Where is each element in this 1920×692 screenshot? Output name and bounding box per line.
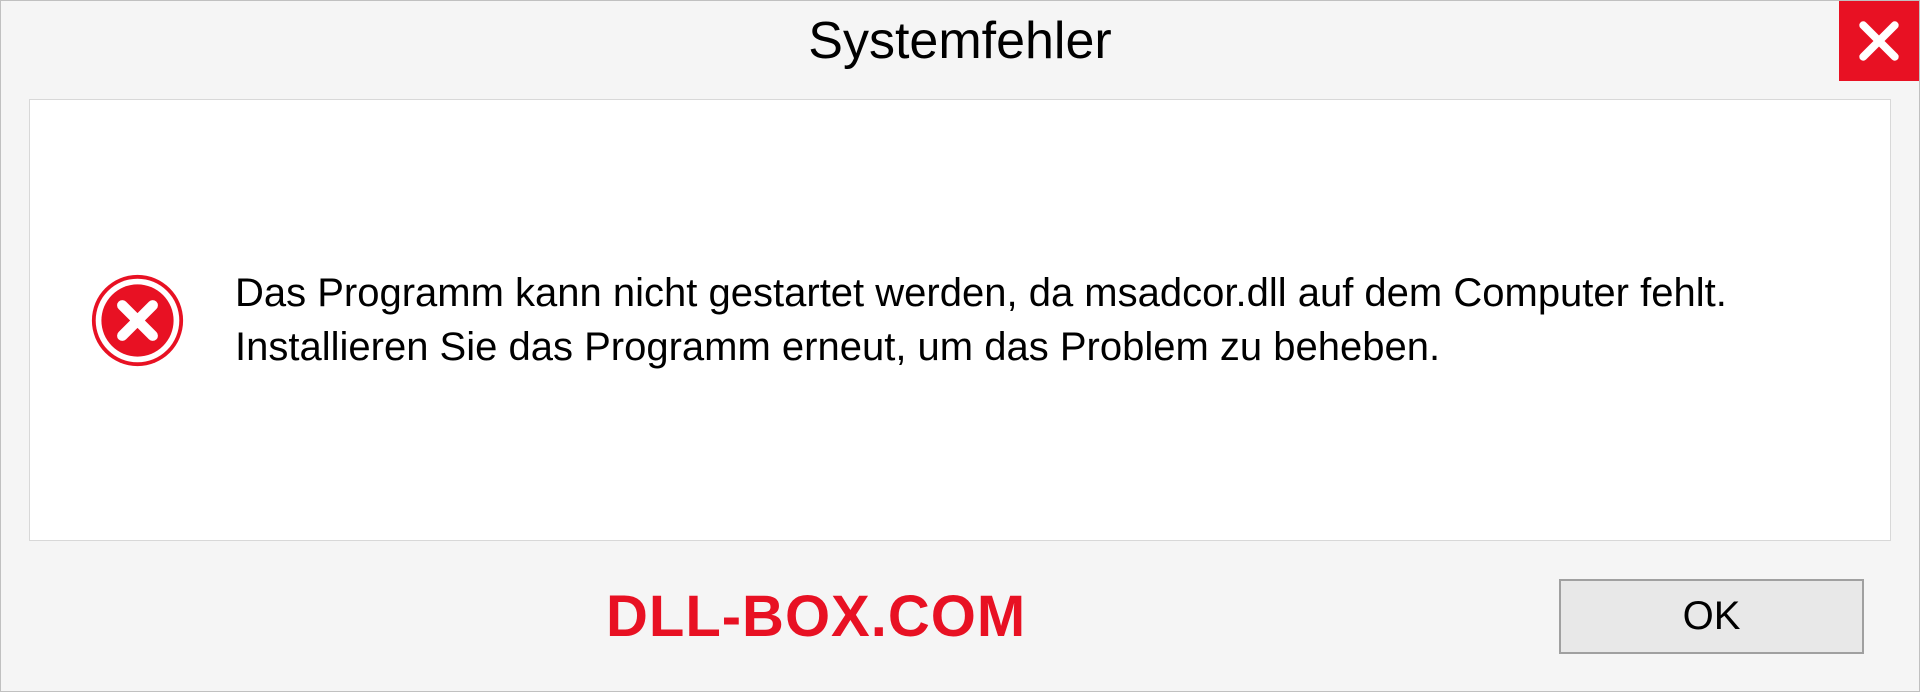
content-area: Das Programm kann nicht gestartet werden… [29,99,1891,541]
error-message: Das Programm kann nicht gestartet werden… [235,266,1830,374]
error-dialog: Systemfehler Das Programm kann nicht ges… [0,0,1920,692]
error-icon [90,273,185,368]
ok-button[interactable]: OK [1559,579,1864,654]
dialog-footer: DLL-BOX.COM OK [1,541,1919,691]
close-button[interactable] [1839,1,1919,81]
watermark-text: DLL-BOX.COM [606,583,1026,650]
dialog-title: Systemfehler [808,11,1111,71]
close-icon [1858,20,1900,62]
titlebar: Systemfehler [1,1,1919,81]
